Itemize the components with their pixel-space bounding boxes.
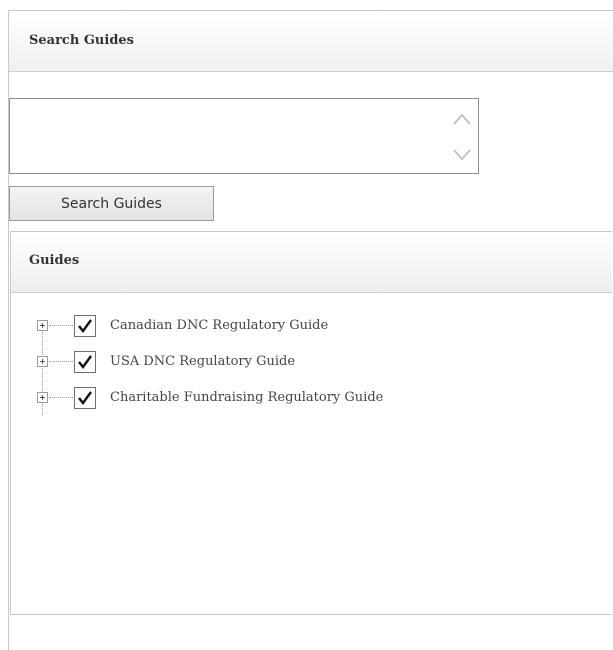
guides-title: Guides [29, 253, 80, 268]
search-scrollbar[interactable] [444, 99, 478, 173]
tree-item-label[interactable]: Canadian DNC Regulatory Guide [110, 318, 328, 333]
search-input[interactable] [12, 101, 442, 171]
search-guides-page: Search Guides Search Guides Guides Canad… [0, 0, 613, 650]
plus-box-icon[interactable] [37, 392, 48, 403]
tree-item-label[interactable]: Charitable Fundraising Regulatory Guide [110, 390, 383, 405]
tree-item-charitable-fundraising[interactable]: Charitable Fundraising Regulatory Guide [11, 387, 571, 411]
checkbox-charitable-fundraising[interactable] [74, 387, 96, 409]
chevron-down-icon[interactable] [451, 143, 473, 165]
tree-item-usa-dnc[interactable]: USA DNC Regulatory Guide [11, 351, 571, 375]
search-guides-title: Search Guides [29, 33, 134, 48]
checkbox-canadian-dnc[interactable] [74, 315, 96, 337]
search-textbox [9, 98, 479, 174]
plus-box-icon[interactable] [37, 320, 48, 331]
checkmark-icon [78, 319, 92, 333]
tree-item-canadian-dnc[interactable]: Canadian DNC Regulatory Guide [11, 315, 571, 339]
checkmark-icon [78, 355, 92, 369]
search-guides-header: Search Guides [9, 11, 613, 72]
tree-item-label[interactable]: USA DNC Regulatory Guide [110, 354, 295, 369]
tree-connector-line [49, 325, 73, 326]
tree-connector-line [49, 397, 73, 398]
guides-panel: Guides Canadian DNC Regulatory Guide USA… [10, 231, 612, 615]
chevron-up-icon[interactable] [451, 109, 473, 131]
checkmark-icon [78, 391, 92, 405]
guides-header: Guides [11, 232, 612, 293]
plus-box-icon[interactable] [37, 356, 48, 367]
checkbox-usa-dnc[interactable] [74, 351, 96, 373]
tree-connector-line [49, 361, 73, 362]
search-guides-button[interactable]: Search Guides [9, 186, 214, 221]
